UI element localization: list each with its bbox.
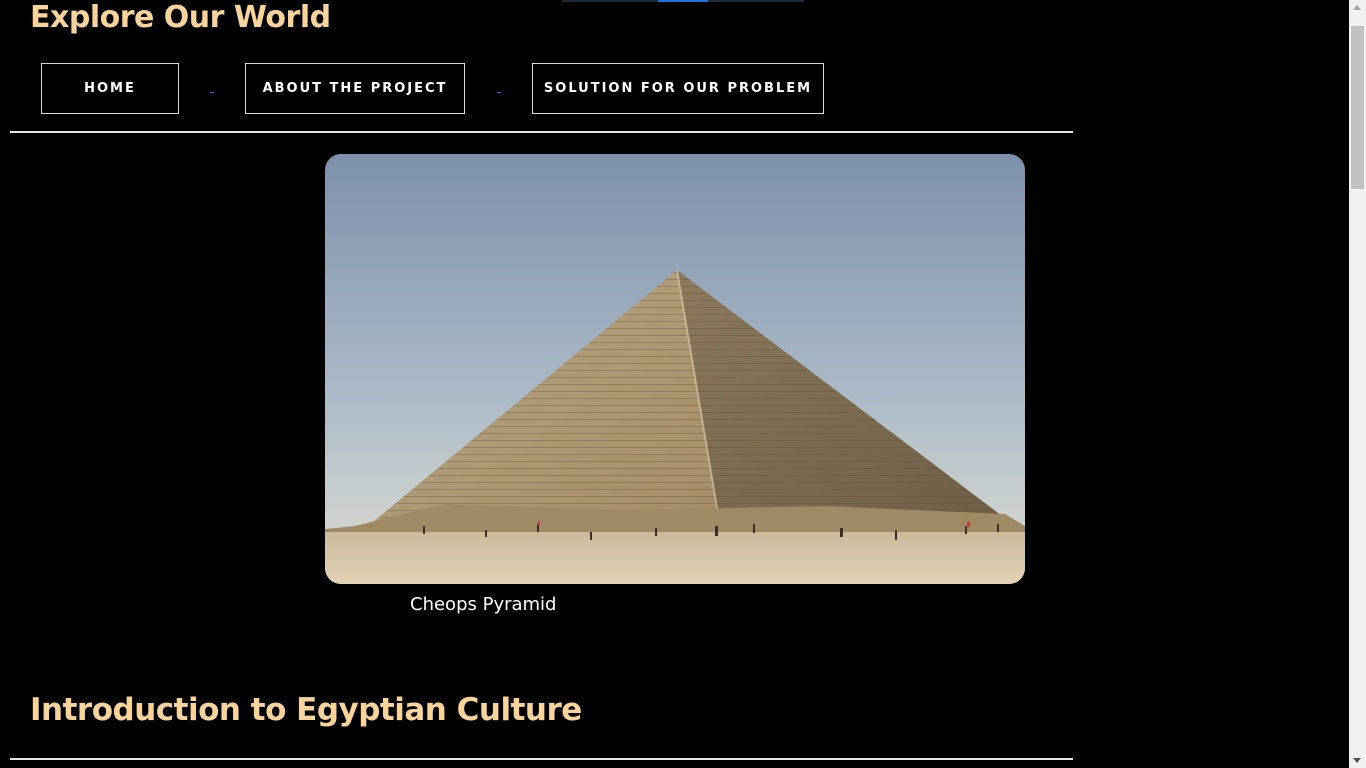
section-title: Introduction to Egyptian Culture xyxy=(30,692,582,728)
nav-separator-link[interactable] xyxy=(497,92,501,93)
site-title: Explore Our World xyxy=(30,0,331,35)
hero-caption: Cheops Pyramid xyxy=(410,594,557,615)
nav-home-button[interactable]: HOME xyxy=(41,63,179,114)
scroll-up-icon[interactable] xyxy=(1353,5,1361,10)
section-divider xyxy=(10,758,1073,760)
header-divider xyxy=(10,131,1073,133)
scroll-thumb[interactable] xyxy=(1351,26,1364,189)
hero-image xyxy=(325,154,1025,584)
nav-solution-button[interactable]: SOLUTION FOR OUR PROBLEM xyxy=(532,63,824,114)
nav-separator-link[interactable] xyxy=(210,92,214,93)
vertical-scrollbar[interactable] xyxy=(1349,0,1366,768)
top-stripe-accent xyxy=(658,0,708,2)
page: Explore Our World HOME ABOUT THE PROJECT… xyxy=(0,0,1349,768)
pyramid-illustration xyxy=(325,154,1025,584)
nav-about-button[interactable]: ABOUT THE PROJECT xyxy=(245,63,465,114)
top-stripe xyxy=(562,0,804,2)
scroll-down-icon[interactable] xyxy=(1353,758,1361,763)
